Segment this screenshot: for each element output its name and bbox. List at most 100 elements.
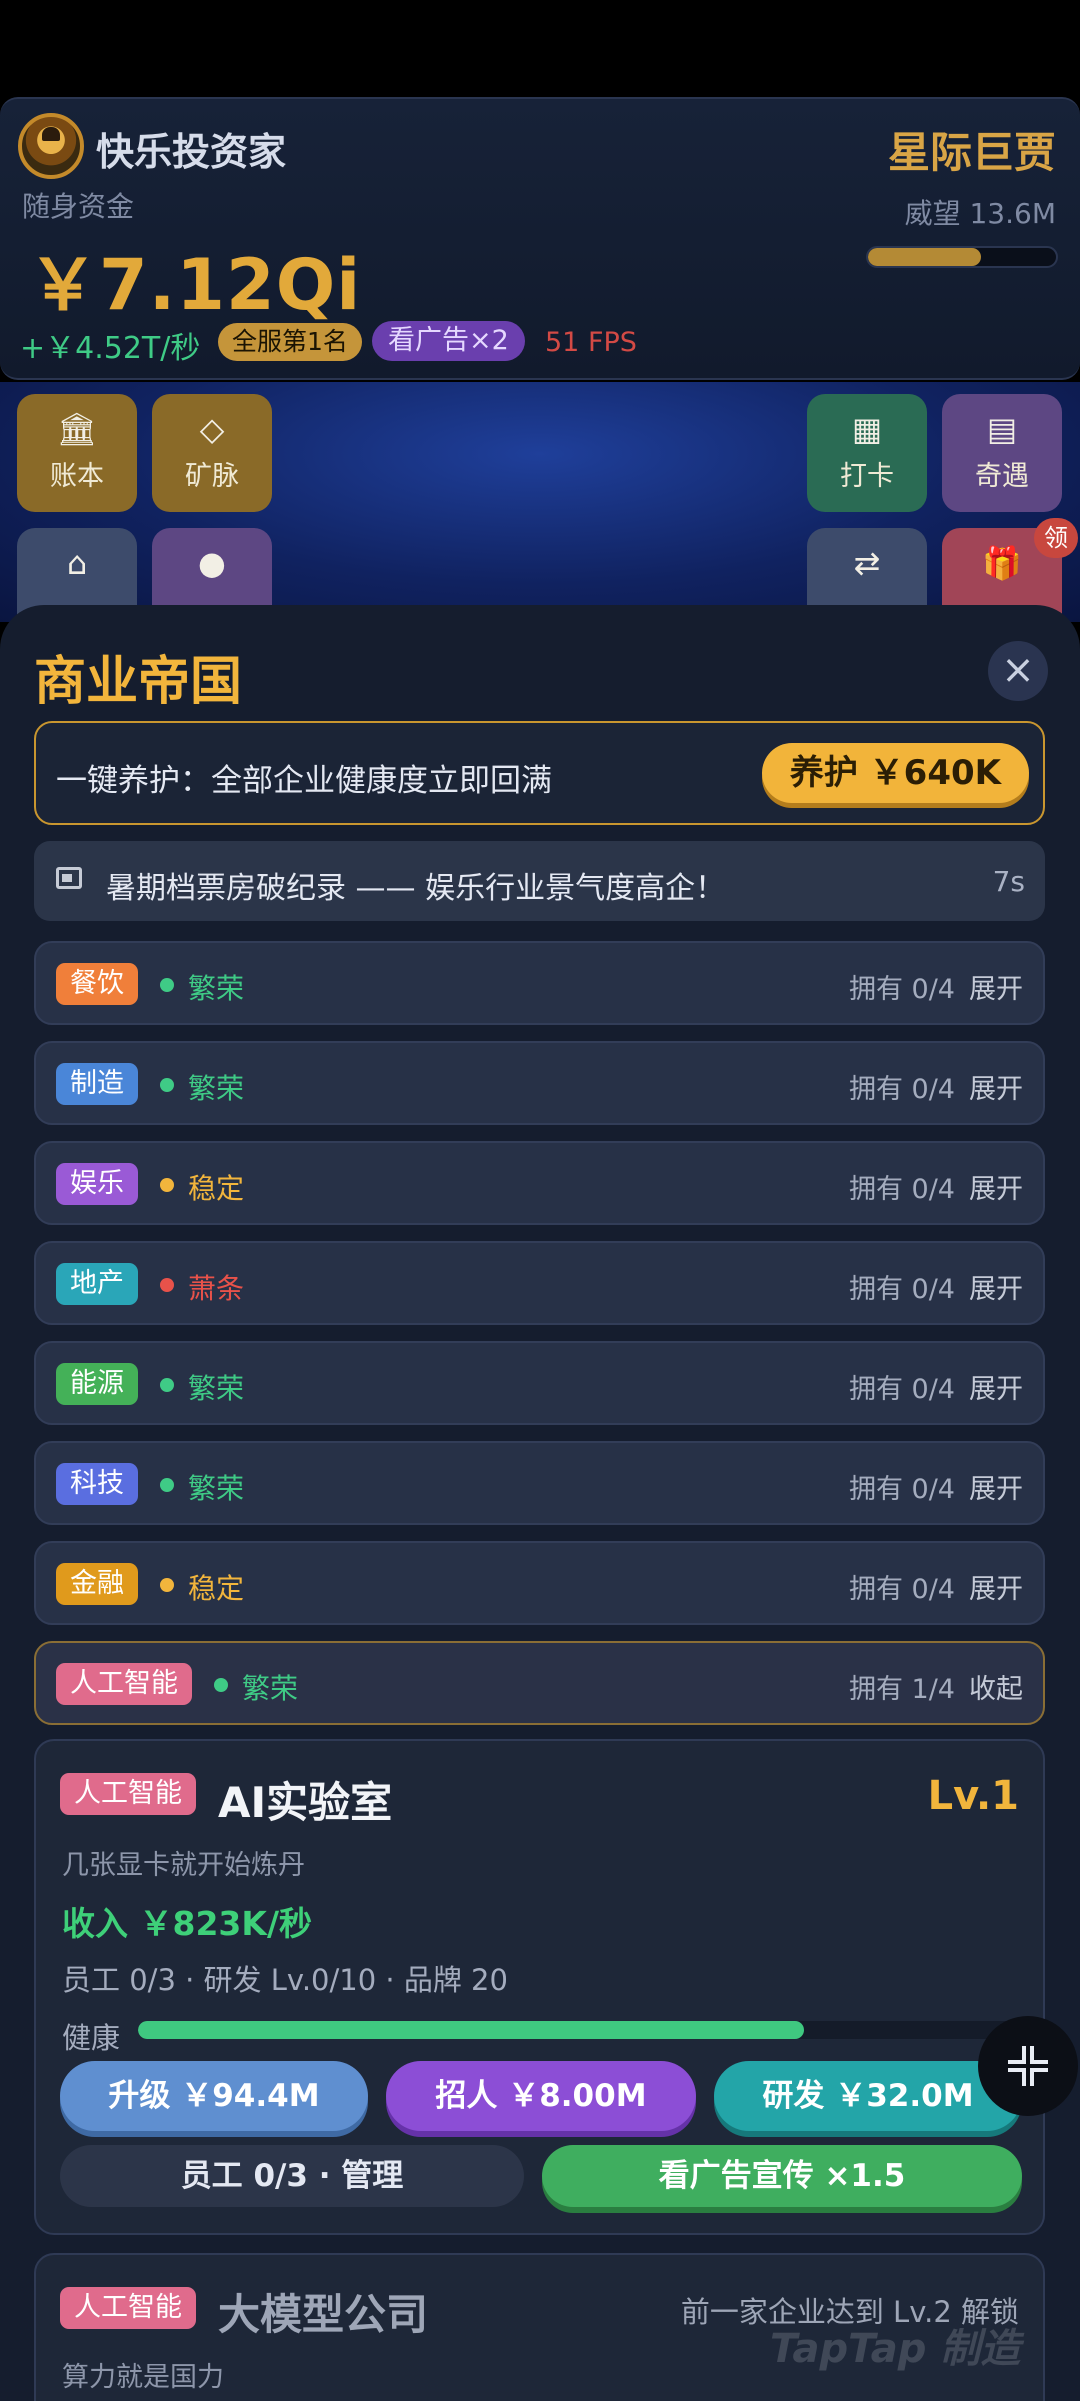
health-bar-fill [138,2021,804,2039]
player-hud: 快乐投资家 随身资金 ￥7.12Qi +￥4.52T/秒 全服第1名 看广告×2… [0,97,1080,380]
news-ticker[interactable]: 暑期档票房破纪录 —— 娱乐行业景气度高企！ 7s [34,841,1045,921]
home-icon: ⌂ [66,544,88,582]
cash-label: 随身资金 [22,190,135,223]
news-icon: ▤ [986,410,1018,448]
industry-row[interactable]: 制造 繁荣 拥有 0/4 展开 [34,1041,1045,1125]
industry-owned-count: 拥有 0/4 [848,1074,955,1105]
industry-toggle[interactable]: 展开 [969,1567,1023,1606]
industry-toggle[interactable]: 展开 [969,1467,1023,1506]
manage-staff-button[interactable]: 员工 0/3 · 管理 [60,2145,524,2207]
industry-toggle[interactable]: 展开 [969,967,1023,1006]
industry-toggle[interactable]: 展开 [969,1167,1023,1206]
industry-row[interactable]: 能源 繁荣 拥有 0/4 展开 [34,1341,1045,1425]
industry-row[interactable]: 餐饮 繁荣 拥有 0/4 展开 [34,941,1045,1025]
status-dot [160,1578,174,1592]
newspaper-icon [56,867,82,889]
industry-status: 稳定 [188,1172,245,1205]
industry-tag: 制造 [56,1063,138,1105]
health-label: 健康 [62,2021,121,2055]
ad-multiplier-badge[interactable]: 看广告×2 [372,321,525,361]
prestige-progress-bar [866,246,1058,268]
fps-counter: 51 FPS [545,327,637,358]
collapse-icon-part [1030,2046,1048,2064]
exchange-icon: ⇄ [853,544,881,582]
mine-tile[interactable]: ◇ 矿脉 [152,394,272,512]
industry-owned-count: 拥有 0/4 [848,1374,955,1405]
status-dot [160,1478,174,1492]
industry-tag: 餐饮 [56,963,138,1005]
rank-badge[interactable]: 全服第1名 [218,323,362,361]
status-dot [214,1678,228,1692]
planet-icon: ● [198,544,226,582]
industry-row[interactable]: 人工智能 繁荣 拥有 1/4 收起 [34,1641,1045,1725]
industry-row[interactable]: 地产 萧条 拥有 0/4 展开 [34,1241,1045,1325]
bank-icon: 🏛 [56,410,98,448]
company-description: 几张显卡就开始炼丹 [62,1850,305,1881]
status-dot [160,1278,174,1292]
player-name: 快乐投资家 [96,130,287,174]
maintain-description: 一键养护：全部企业健康度立即回满 [56,763,552,799]
collapse-icon-part [1030,2068,1048,2086]
industry-tag: 人工智能 [56,1663,192,1705]
industry-owned-count: 拥有 1/4 [848,1674,955,1705]
mine-tile-label: 矿脉 [185,461,239,492]
industry-status: 繁荣 [188,1372,245,1405]
industry-owned-count: 拥有 0/4 [848,1474,955,1505]
player-avatar[interactable] [18,113,84,179]
company-industry-tag: 人工智能 [60,2287,196,2329]
checkin-tile-label: 打卡 [840,461,894,492]
industry-status: 繁荣 [242,1672,299,1705]
checkin-tile[interactable]: ▦ 打卡 [807,394,927,512]
maintain-all-button[interactable]: 养护 ￥640K [761,743,1029,803]
company-card-ai-lab: 人工智能 AI实验室 Lv.1 几张显卡就开始炼丹 收入 ￥823K/秒 员工 … [34,1739,1045,2235]
industry-tag: 娱乐 [56,1163,138,1205]
industry-row[interactable]: 科技 繁荣 拥有 0/4 展开 [34,1441,1045,1525]
industry-toggle[interactable]: 展开 [969,1367,1023,1406]
hire-button[interactable]: 招人 ￥8.00M [386,2061,696,2131]
collapse-floating-button[interactable] [978,2016,1078,2116]
industry-owned-count: 拥有 0/4 [848,1574,955,1605]
research-button[interactable]: 研发 ￥32.0M [714,2061,1022,2131]
watermark: TapTap 制造 [770,2326,1021,2372]
collapse-icon-part [1008,2068,1026,2086]
upgrade-button[interactable]: 升级 ￥94.4M [60,2061,368,2131]
company-level: Lv.1 [927,1773,1019,1819]
industry-status: 繁荣 [188,972,245,1005]
company-stats: 员工 0/3 · 研发 Lv.0/10 · 品牌 20 [62,1963,508,1997]
claim-badge[interactable]: 领 [1034,518,1078,558]
encounter-tile[interactable]: ▤ 奇遇 [942,394,1062,512]
close-icon: × [1001,647,1035,693]
watch-ad-promo-button[interactable]: 看广告宣传 ×1.5 [542,2145,1022,2207]
status-dot [160,978,174,992]
company-description: 算力就是国力 [62,2362,224,2393]
player-title: 星际巨贾 [887,128,1056,177]
industry-toggle[interactable]: 展开 [969,1267,1023,1306]
collapse-icon [1008,2046,1026,2064]
cash-value: ￥7.12Qi [28,244,362,326]
industry-row[interactable]: 娱乐 稳定 拥有 0/4 展开 [34,1141,1045,1225]
industry-status: 萧条 [188,1272,245,1305]
calendar-icon: ▦ [851,410,883,448]
industry-status: 稳定 [188,1572,245,1605]
industry-status: 繁荣 [188,1472,245,1505]
industry-row[interactable]: 金融 稳定 拥有 0/4 展开 [34,1541,1045,1625]
company-industry-tag: 人工智能 [60,1773,196,1815]
sheet-title: 商业帝国 [34,652,243,712]
health-bar [138,2021,1038,2039]
close-button[interactable]: × [988,641,1048,701]
company-name: AI实验室 [218,1778,393,1827]
news-timer: 7s [992,865,1025,898]
industry-tag: 能源 [56,1363,138,1405]
business-empire-sheet: 商业帝国 × 一键养护：全部企业健康度立即回满 养护 ￥640K 暑期档票房破纪… [0,605,1080,2401]
ledger-tile[interactable]: 🏛 账本 [17,394,137,512]
industry-tag: 科技 [56,1463,138,1505]
industry-toggle[interactable]: 展开 [969,1067,1023,1106]
industry-status: 繁荣 [188,1072,245,1105]
industry-tag: 金融 [56,1563,138,1605]
maintain-all-panel: 一键养护：全部企业健康度立即回满 养护 ￥640K [34,721,1045,825]
status-dot [160,1078,174,1092]
industry-toggle[interactable]: 收起 [969,1667,1023,1706]
company-income: 收入 ￥823K/秒 [62,1904,312,1943]
news-text: 暑期档票房破纪录 —— 娱乐行业景气度高企！ [106,871,726,906]
status-dot [160,1378,174,1392]
